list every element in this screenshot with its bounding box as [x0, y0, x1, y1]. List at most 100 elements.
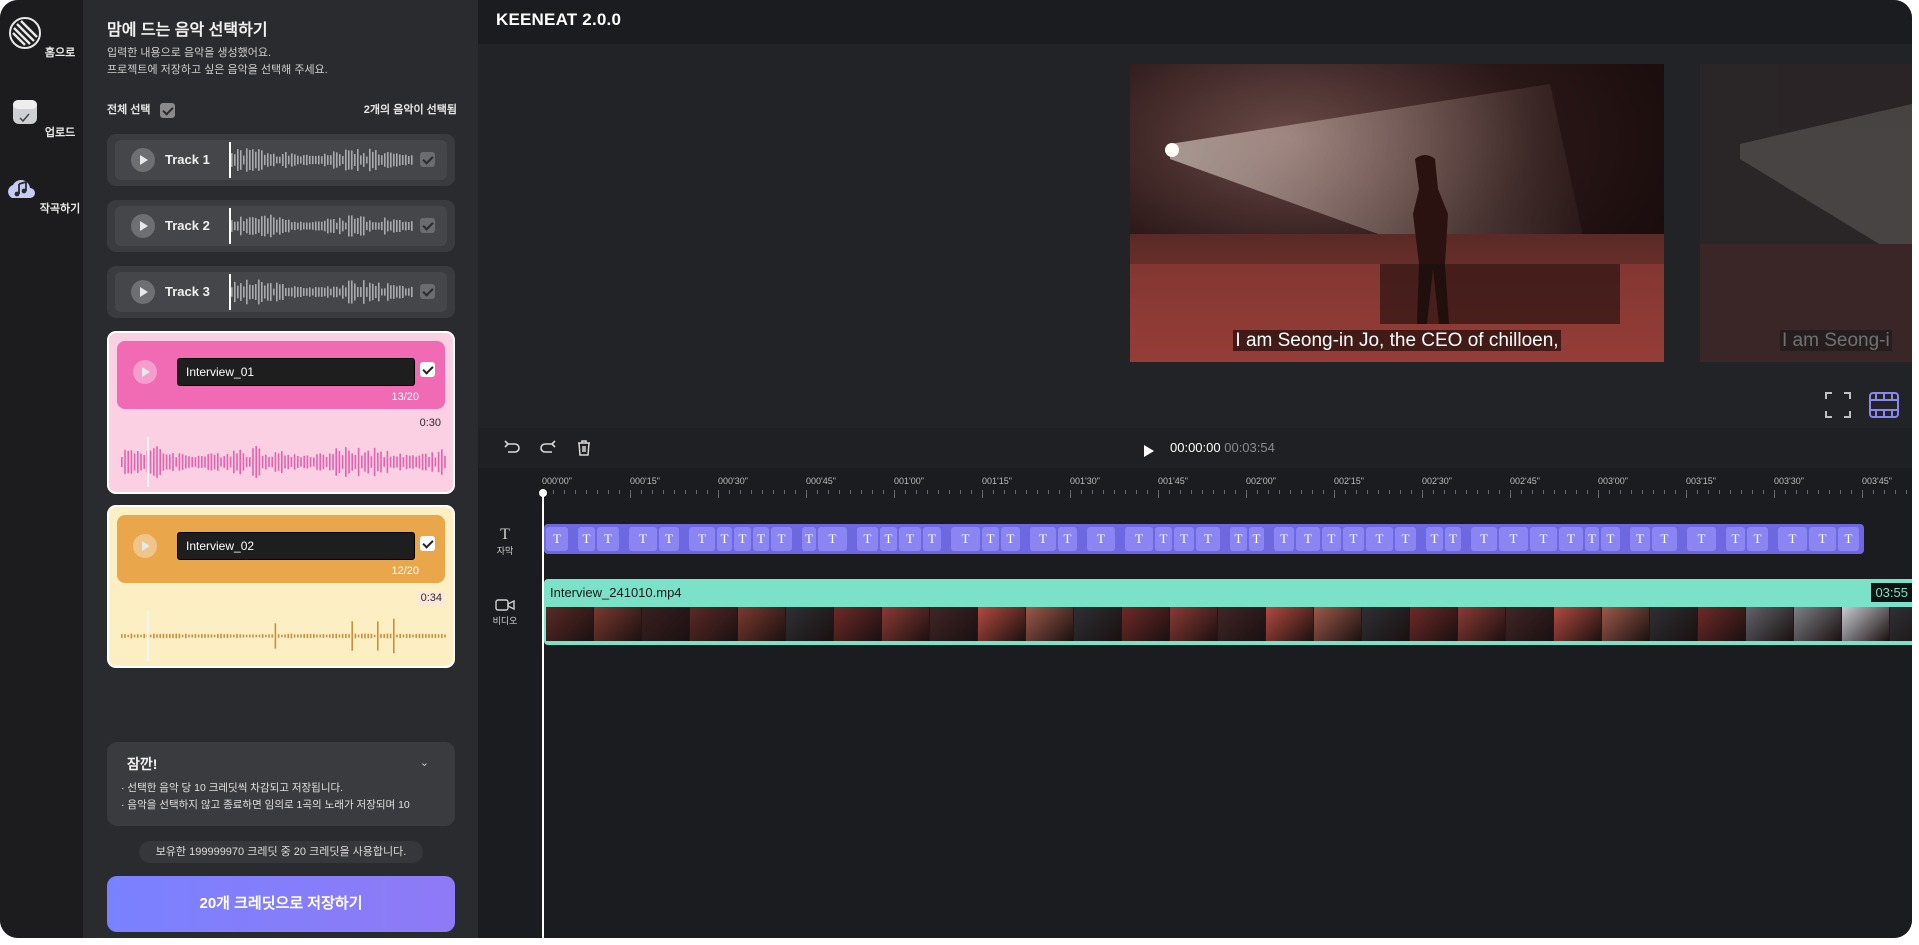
- subtitle-segment[interactable]: T: [1001, 527, 1020, 551]
- subtitle-segment[interactable]: T: [689, 527, 715, 551]
- track-checkbox[interactable]: [420, 284, 435, 299]
- rail-home[interactable]: 홈으로: [0, 16, 83, 60]
- subtitle-segment[interactable]: T: [1366, 527, 1393, 551]
- waveform-bar: [306, 633, 309, 639]
- subtitle-segment[interactable]: T: [546, 527, 568, 551]
- track-checkbox[interactable]: [420, 218, 435, 233]
- redo-icon[interactable]: [538, 438, 558, 458]
- waveform-bar: [178, 633, 181, 639]
- playhead[interactable]: [539, 489, 547, 938]
- subtitle-segment[interactable]: T: [818, 527, 847, 551]
- subtitle-segment[interactable]: T: [717, 527, 732, 551]
- subtitle-segment[interactable]: T: [1249, 527, 1264, 551]
- trash-icon[interactable]: [574, 438, 594, 458]
- subtitle-segment[interactable]: T: [1838, 527, 1859, 551]
- ruler-tick: [685, 490, 686, 494]
- subtitle-segment[interactable]: T: [1155, 527, 1172, 551]
- time-total: 00:03:54: [1224, 440, 1275, 455]
- subtitle-segment[interactable]: T: [802, 527, 816, 551]
- track-checkbox[interactable]: [420, 152, 435, 167]
- subtitle-segment[interactable]: T: [659, 527, 679, 551]
- subtitle-segment[interactable]: T: [1322, 527, 1341, 551]
- play-icon[interactable]: [133, 360, 157, 384]
- waveform-bar: [237, 221, 239, 231]
- subtitle-segment[interactable]: T: [857, 527, 878, 551]
- preview-frame[interactable]: I am Seong-in Jo, the CEO of chilloen,: [1130, 64, 1664, 362]
- subtitle-segment[interactable]: T: [734, 527, 751, 551]
- subtitle-segment[interactable]: T: [753, 527, 769, 551]
- music-card-orange[interactable]: Interview_02 12/20 0:34: [107, 505, 455, 668]
- subtitle-segment[interactable]: T: [1687, 527, 1716, 551]
- subtitle-track[interactable]: TTTTTTTTTTTTTTTTTTTTTTTTTTTTTTTTTTTTTTTT…: [544, 524, 1864, 554]
- subtitle-segment[interactable]: T: [1296, 527, 1320, 551]
- subtitle-segment[interactable]: T: [982, 527, 999, 551]
- play-icon[interactable]: [1142, 441, 1156, 461]
- subtitle-segment[interactable]: T: [629, 527, 657, 551]
- timeline-ruler[interactable]: 000'00" 000'15" 000'30" 000'45" 001'00" 001'1…: [542, 472, 1912, 500]
- undo-icon[interactable]: [502, 438, 522, 458]
- waveform-bar: [405, 288, 407, 296]
- waveform-bar: [236, 453, 238, 471]
- subtitle-segment[interactable]: T: [1809, 527, 1836, 551]
- subtitle-segment[interactable]: T: [1087, 527, 1115, 551]
- filmstrip-icon[interactable]: [1869, 392, 1899, 418]
- ruler-tick-label: 001'15": [982, 476, 1012, 486]
- track-row[interactable]: Track 1: [107, 134, 455, 186]
- subtitle-segment[interactable]: T: [1499, 527, 1528, 551]
- subtitle-segment[interactable]: T: [1585, 527, 1599, 551]
- subtitle-segment[interactable]: T: [923, 527, 941, 551]
- ruler-tick: [1444, 490, 1445, 494]
- ruler-tick: [1070, 490, 1071, 498]
- subtitle-segment[interactable]: T: [578, 527, 595, 551]
- chevron-down-icon[interactable]: ⌄: [420, 756, 429, 769]
- waveform-bar: [297, 222, 299, 230]
- subtitle-segment[interactable]: T: [1471, 527, 1497, 551]
- title-input[interactable]: Interview_01: [177, 358, 415, 386]
- track-row[interactable]: Track 2: [107, 200, 455, 252]
- select-all-checkbox[interactable]: [159, 102, 175, 118]
- save-button[interactable]: 20개 크레딧으로 저장하기: [107, 876, 455, 932]
- subtitle-segment[interactable]: T: [1426, 527, 1443, 551]
- subtitle-segment[interactable]: T: [1778, 527, 1807, 551]
- subtitle-segment[interactable]: T: [1445, 527, 1461, 551]
- rail-compose[interactable]: 작곡하기: [0, 172, 83, 216]
- subtitle-segment[interactable]: T: [597, 527, 619, 551]
- subtitle-segment[interactable]: T: [1343, 527, 1364, 551]
- subtitle-segment[interactable]: T: [771, 527, 792, 551]
- subtitle-segment[interactable]: T: [1125, 527, 1153, 551]
- rail-upload[interactable]: 업로드: [0, 96, 83, 140]
- subtitle-segment[interactable]: T: [880, 527, 897, 551]
- subtitle-segment[interactable]: T: [1652, 527, 1677, 551]
- card-checkbox[interactable]: [420, 536, 435, 551]
- subtitle-segment[interactable]: T: [1559, 527, 1583, 551]
- music-card-pink[interactable]: Interview_01 13/20 0:30: [107, 331, 455, 494]
- track-row[interactable]: Track 3: [107, 266, 455, 318]
- subtitle-segment[interactable]: T: [1630, 527, 1650, 551]
- subtitle-segment[interactable]: T: [1274, 527, 1294, 551]
- card-checkbox[interactable]: [420, 362, 435, 377]
- fullscreen-icon[interactable]: [1825, 392, 1851, 418]
- subtitle-segment[interactable]: T: [1058, 527, 1077, 551]
- subtitle-segment[interactable]: T: [1030, 527, 1056, 551]
- subtitle-segment[interactable]: T: [1395, 527, 1416, 551]
- app-title: KEENEAT 2.0.0: [496, 10, 622, 29]
- subtitle-segment[interactable]: T: [1196, 527, 1220, 551]
- subtitle-segment[interactable]: T: [951, 527, 980, 551]
- waveform-bar: [271, 634, 273, 638]
- subtitle-segment[interactable]: T: [1747, 527, 1768, 551]
- selected-count: 2개의 음악이 선택됨: [363, 104, 457, 116]
- ruler-tick-label: 001'45": [1158, 476, 1188, 486]
- ruler-tick: [905, 490, 906, 494]
- subtitle-segment[interactable]: T: [1726, 527, 1745, 551]
- subtitle-segment[interactable]: T: [1601, 527, 1620, 551]
- video-clip[interactable]: Interview_241010.mp4 03:55: [544, 579, 1912, 645]
- play-icon[interactable]: [131, 280, 155, 304]
- play-icon[interactable]: [133, 534, 157, 558]
- play-icon[interactable]: [131, 214, 155, 238]
- subtitle-segment[interactable]: T: [1230, 527, 1247, 551]
- subtitle-segment[interactable]: T: [899, 527, 921, 551]
- title-input[interactable]: Interview_02: [177, 532, 415, 560]
- subtitle-segment[interactable]: T: [1530, 527, 1557, 551]
- play-icon[interactable]: [131, 148, 155, 172]
- subtitle-segment[interactable]: T: [1174, 527, 1194, 551]
